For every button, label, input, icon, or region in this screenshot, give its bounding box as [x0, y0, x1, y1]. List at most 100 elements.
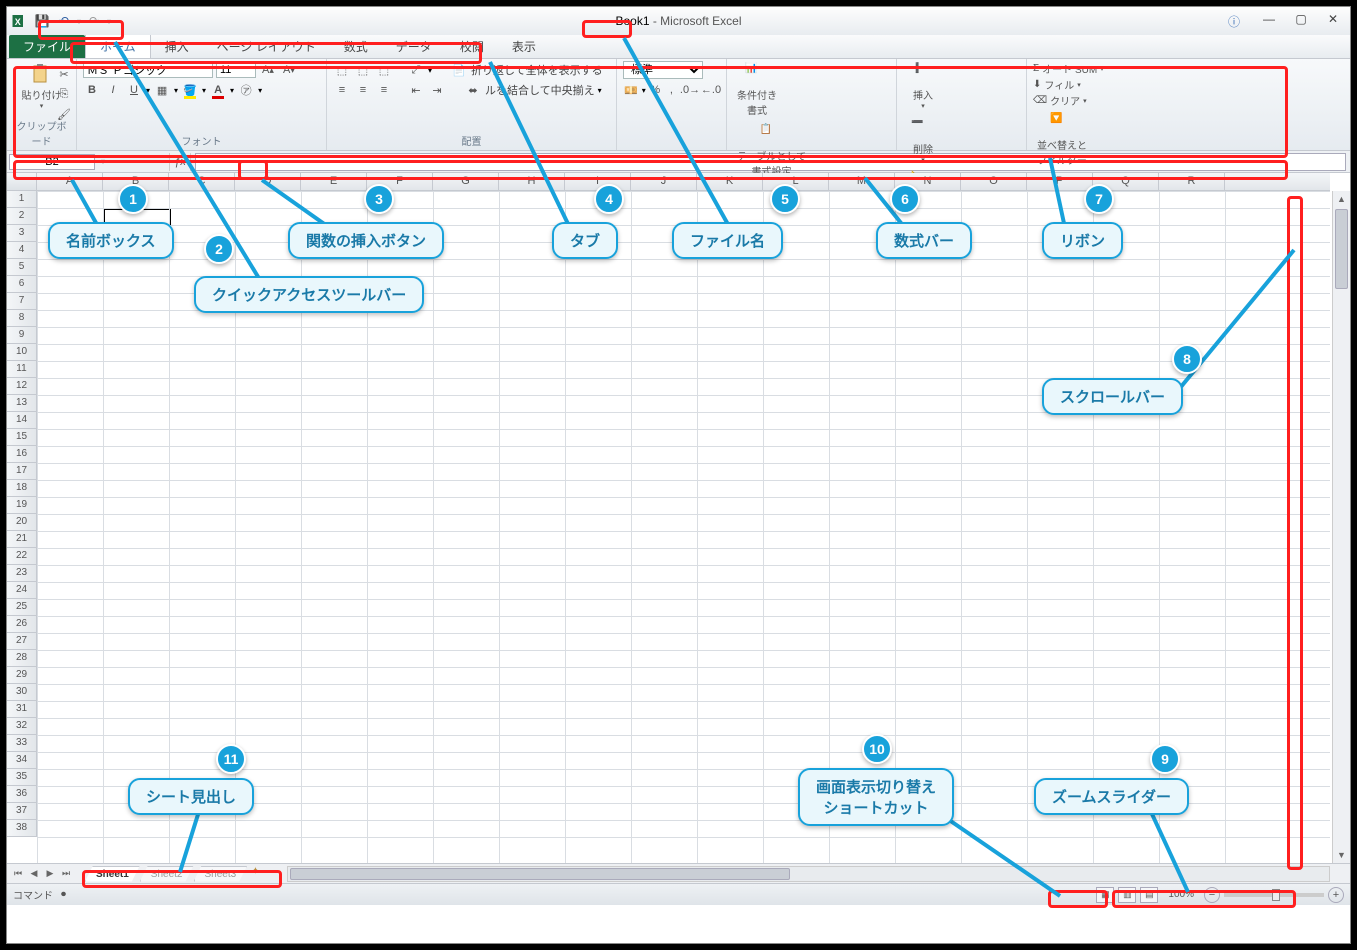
- tab-view[interactable]: 表示: [498, 35, 550, 58]
- row-header[interactable]: 35: [7, 769, 36, 786]
- macro-record-icon[interactable]: ⏺: [61, 889, 66, 900]
- zoom-percent[interactable]: 100%: [1168, 889, 1194, 900]
- maximize-button[interactable]: ▢: [1286, 9, 1316, 29]
- row-header[interactable]: 25: [7, 599, 36, 616]
- tab-insert[interactable]: 挿入: [151, 35, 203, 58]
- row-header[interactable]: 7: [7, 293, 36, 310]
- row-header[interactable]: 1: [7, 191, 36, 208]
- horizontal-scrollbar[interactable]: [287, 866, 1330, 882]
- tab-data[interactable]: データ: [382, 35, 446, 58]
- vscroll-thumb[interactable]: [1335, 209, 1348, 289]
- column-header[interactable]: H: [499, 173, 565, 190]
- insert-function-button[interactable]: ƒx: [169, 153, 191, 171]
- row-header[interactable]: 15: [7, 429, 36, 446]
- close-button[interactable]: ✕: [1318, 9, 1348, 29]
- column-header[interactable]: J: [631, 173, 697, 190]
- row-header[interactable]: 19: [7, 497, 36, 514]
- decrease-font-icon[interactable]: A▾: [280, 61, 298, 79]
- row-header[interactable]: 18: [7, 480, 36, 497]
- increase-font-icon[interactable]: A▴: [259, 61, 277, 79]
- column-header[interactable]: D: [235, 173, 301, 190]
- row-header[interactable]: 6: [7, 276, 36, 293]
- zoom-in-button[interactable]: +: [1328, 887, 1344, 903]
- zoom-slider[interactable]: [1224, 893, 1324, 897]
- column-header[interactable]: E: [301, 173, 367, 190]
- row-header[interactable]: 10: [7, 344, 36, 361]
- tab-formulas[interactable]: 数式: [330, 35, 382, 58]
- row-header[interactable]: 5: [7, 259, 36, 276]
- row-header[interactable]: 28: [7, 650, 36, 667]
- row-header[interactable]: 34: [7, 752, 36, 769]
- name-box[interactable]: [9, 154, 95, 170]
- save-icon[interactable]: 💾: [33, 12, 51, 30]
- align-bottom-icon[interactable]: ⬚: [375, 61, 393, 79]
- row-header[interactable]: 11: [7, 361, 36, 378]
- indent-decrease-icon[interactable]: ⇤: [407, 81, 425, 99]
- column-header[interactable]: A: [37, 173, 103, 190]
- sheet-nav-prev[interactable]: ◀: [27, 867, 41, 881]
- row-header[interactable]: 24: [7, 582, 36, 599]
- row-header[interactable]: 4: [7, 242, 36, 259]
- align-center-icon[interactable]: ≡: [354, 81, 372, 99]
- row-header[interactable]: 29: [7, 667, 36, 684]
- row-header[interactable]: 21: [7, 531, 36, 548]
- increase-decimal-icon[interactable]: .0→: [681, 81, 699, 99]
- insert-cells-button[interactable]: ➕挿入▾: [903, 61, 943, 112]
- zoom-handle[interactable]: [1272, 889, 1280, 901]
- border-icon[interactable]: ▦: [153, 81, 171, 99]
- align-top-icon[interactable]: ⬚: [333, 61, 351, 79]
- row-header[interactable]: 8: [7, 310, 36, 327]
- sheet-nav-last[interactable]: ⏭: [59, 867, 73, 881]
- column-header[interactable]: O: [961, 173, 1027, 190]
- row-header[interactable]: 30: [7, 684, 36, 701]
- format-as-table-button[interactable]: 📋テーブルとして 書式設定: [733, 122, 810, 180]
- sheet-tab[interactable]: Sheet2: [140, 866, 194, 882]
- format-painter-icon[interactable]: 🖌: [55, 105, 73, 123]
- comma-icon[interactable]: ,: [665, 81, 678, 99]
- row-header[interactable]: 36: [7, 786, 36, 803]
- row-header[interactable]: 26: [7, 616, 36, 633]
- align-right-icon[interactable]: ≡: [375, 81, 393, 99]
- view-pagebreak-button[interactable]: ▤: [1140, 887, 1158, 903]
- row-header[interactable]: 20: [7, 514, 36, 531]
- underline-icon[interactable]: U: [125, 81, 143, 99]
- wrap-text-icon[interactable]: 📄: [450, 61, 468, 79]
- column-header[interactable]: M: [829, 173, 895, 190]
- row-header[interactable]: 32: [7, 718, 36, 735]
- decrease-decimal-icon[interactable]: ←.0: [702, 81, 720, 99]
- sort-filter-button[interactable]: 🔽並べ替えと フィルター: [1033, 111, 1091, 169]
- font-size-select[interactable]: [216, 62, 256, 78]
- align-left-icon[interactable]: ≡: [333, 81, 351, 99]
- tab-pagelayout[interactable]: ページ レイアウト: [203, 35, 330, 58]
- row-header[interactable]: 31: [7, 701, 36, 718]
- hscroll-thumb[interactable]: [290, 868, 790, 880]
- conditional-format-button[interactable]: 📊条件付き 書式: [733, 61, 781, 119]
- number-format-select[interactable]: 標準: [623, 61, 703, 79]
- row-header[interactable]: 13: [7, 395, 36, 412]
- row-header[interactable]: 37: [7, 803, 36, 820]
- row-header[interactable]: 9: [7, 327, 36, 344]
- zoom-out-button[interactable]: −: [1204, 887, 1220, 903]
- fill-button[interactable]: ⬇ フィル ▾: [1033, 77, 1104, 92]
- row-header[interactable]: 16: [7, 446, 36, 463]
- sheet-nav-first[interactable]: ⏮: [11, 867, 25, 881]
- tab-review[interactable]: 校閲: [446, 35, 498, 58]
- tab-home[interactable]: ホーム: [85, 34, 151, 58]
- row-header[interactable]: 2: [7, 208, 36, 225]
- select-all-corner[interactable]: [7, 173, 37, 191]
- undo-icon[interactable]: ↶: [55, 12, 73, 30]
- help-icon[interactable]: ⓘ: [1228, 13, 1240, 30]
- new-sheet-button[interactable]: ✦: [251, 866, 269, 880]
- vertical-scrollbar[interactable]: ▲ ▼: [1332, 191, 1350, 863]
- cut-icon[interactable]: ✂: [55, 65, 73, 83]
- redo-icon[interactable]: ↷: [85, 12, 103, 30]
- copy-icon[interactable]: ⎘: [55, 85, 73, 103]
- sheet-nav-next[interactable]: ▶: [43, 867, 57, 881]
- ruby-icon[interactable]: ㋐: [237, 81, 255, 99]
- italic-icon[interactable]: I: [104, 81, 122, 99]
- font-name-select[interactable]: [83, 62, 213, 78]
- clear-button[interactable]: ⌫ クリア ▾: [1033, 93, 1104, 108]
- sheet-tab[interactable]: Sheet3: [194, 866, 248, 882]
- delete-cells-button[interactable]: ➖削除▾: [903, 115, 943, 166]
- row-header[interactable]: 14: [7, 412, 36, 429]
